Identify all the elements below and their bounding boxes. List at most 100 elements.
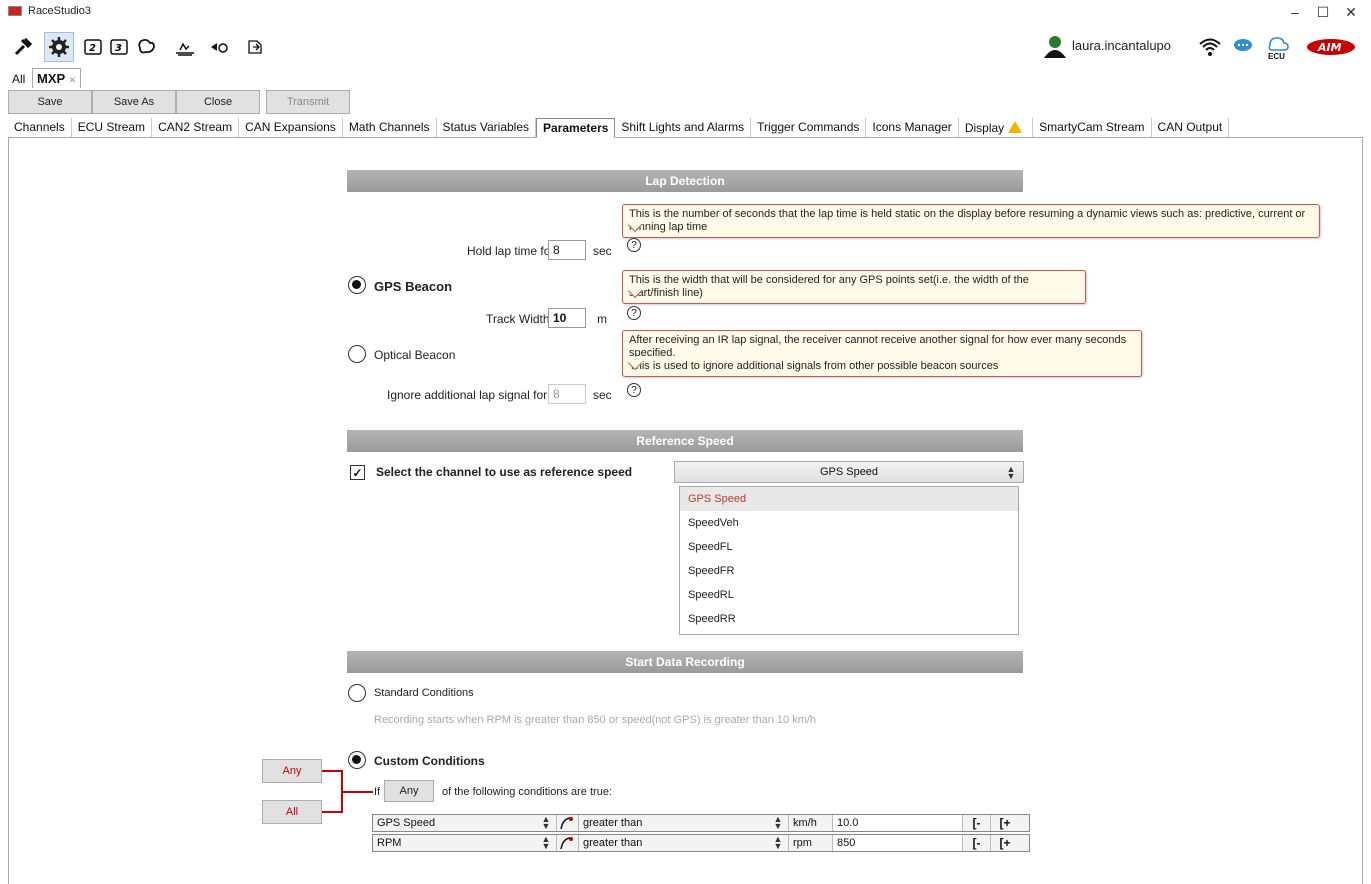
tab-can-output[interactable]: CAN Output: [1152, 118, 1230, 137]
tab-shift-lights[interactable]: Shift Lights and Alarms: [615, 118, 752, 137]
ecu-label: ECU: [1268, 52, 1285, 61]
dropdown-option[interactable]: SpeedFL: [680, 535, 1018, 559]
dropdown-option[interactable]: SpeedVeh: [680, 511, 1018, 535]
condition-unit: rpm: [789, 835, 833, 851]
track-width-input[interactable]: 10: [548, 308, 586, 328]
condition-channel: RPM: [377, 837, 402, 849]
tab-smartycam-stream[interactable]: SmartyCam Stream: [1033, 118, 1152, 137]
gps-beacon-label: GPS Beacon: [374, 279, 453, 294]
reference-speed-select[interactable]: GPS Speed ▲ ▼: [674, 461, 1024, 483]
condition-channel-select[interactable]: GPS Speed ▲ ▼: [373, 815, 557, 831]
tab-math-channels[interactable]: Math Channels: [343, 118, 437, 137]
hold-tooltip: This is the number of seconds that the l…: [622, 204, 1320, 238]
cloud-icon[interactable]: [1232, 36, 1254, 54]
hold-lap-label: Hold lap time for: [467, 244, 555, 258]
hold-lap-unit: sec: [593, 244, 612, 258]
transmit-button[interactable]: Transmit: [266, 90, 350, 114]
ignore-tooltip: After receiving an IR lap signal, the re…: [622, 330, 1142, 377]
save-as-button[interactable]: Save As: [92, 90, 176, 114]
callout-any-button: Any: [262, 759, 322, 783]
add-condition-icon[interactable]: [+: [991, 815, 1019, 831]
gps-beacon-radio[interactable]: [348, 276, 366, 294]
tab-display-label: Display: [964, 121, 1005, 135]
remove-condition-icon[interactable]: [-: [963, 815, 991, 831]
config-tab-all[interactable]: All: [12, 72, 25, 86]
tab-trigger-commands[interactable]: Trigger Commands: [751, 118, 867, 137]
svg-text:2: 2: [89, 43, 96, 54]
track-width-tooltip: This is the width that will be considere…: [622, 270, 1086, 304]
minimize-button[interactable]: –: [1280, 4, 1310, 20]
callout-line: [341, 791, 373, 793]
remove-condition-icon[interactable]: [-: [963, 835, 991, 851]
tab-bar: Channels ECU Stream CAN2 Stream CAN Expa…: [8, 118, 1363, 138]
section-header-lap-detection: Lap Detection: [347, 170, 1023, 192]
tab-icons-manager[interactable]: Icons Manager: [866, 118, 959, 137]
svg-text:3: 3: [115, 43, 122, 54]
gear-icon[interactable]: [44, 32, 74, 62]
callout-line: [322, 770, 342, 772]
close-window-button[interactable]: ✕: [1336, 4, 1366, 21]
tab-status-variables[interactable]: Status Variables: [437, 118, 537, 137]
tab-ecu-stream[interactable]: ECU Stream: [72, 118, 153, 137]
standard-conditions-radio[interactable]: [348, 684, 366, 702]
close-button[interactable]: Close: [176, 90, 260, 114]
hold-lap-input[interactable]: 8: [548, 240, 586, 260]
reference-speed-selected: GPS Speed: [819, 466, 879, 478]
select-arrows-icon: ▲ ▼: [541, 814, 551, 831]
warning-icon: [1008, 121, 1023, 133]
tools-icon[interactable]: [8, 32, 38, 62]
tab-can-expansions[interactable]: CAN Expansions: [239, 118, 343, 137]
tab-parameters[interactable]: Parameters: [536, 118, 616, 138]
condition-operator-select[interactable]: greater than ▲ ▼: [579, 835, 789, 851]
app-title: RaceStudio3: [28, 5, 91, 17]
config-tab-label: MXP: [37, 71, 65, 86]
wave-icon[interactable]: [170, 32, 200, 62]
tab-channels[interactable]: Channels: [8, 118, 72, 137]
optical-beacon-radio[interactable]: [348, 345, 366, 363]
custom-conditions-radio[interactable]: [348, 751, 366, 769]
condition-unit: km/h: [789, 815, 833, 831]
connect-icon[interactable]: [204, 32, 234, 62]
reference-speed-checkbox[interactable]: ✓: [350, 465, 365, 480]
select-arrows-icon: ▲ ▼: [541, 834, 551, 851]
any-all-toggle-button[interactable]: Any: [384, 780, 434, 802]
ignore-help-icon[interactable]: ?: [627, 383, 641, 397]
wifi-icon[interactable]: [1198, 36, 1222, 58]
optical-beacon-label: Optical Beacon: [374, 348, 456, 362]
reference-speed-dropdown: GPS Speed SpeedVeh SpeedFL SpeedFR Speed…: [679, 486, 1019, 635]
dropdown-option[interactable]: GPS Speed: [680, 487, 1018, 511]
tab-can2-stream[interactable]: CAN2 Stream: [152, 118, 240, 137]
if-label: If: [374, 786, 381, 798]
condition-operator-select[interactable]: greater than ▲ ▼: [579, 815, 789, 831]
custom-conditions-label: Custom Conditions: [374, 754, 485, 768]
user-name[interactable]: laura.incantalupo: [1072, 38, 1171, 53]
condition-value-input[interactable]: 850: [833, 835, 963, 851]
svg-text:AIM: AIM: [1317, 41, 1342, 54]
ignore-signal-label: Ignore additional lap signal for: [387, 388, 548, 402]
tab-display[interactable]: Display: [959, 118, 1034, 137]
ignore-signal-input[interactable]: 8: [548, 384, 586, 404]
dropdown-option[interactable]: SpeedRR: [680, 607, 1018, 631]
condition-operator: greater than: [583, 817, 643, 829]
device-3-icon[interactable]: 3: [104, 32, 134, 62]
close-tab-icon[interactable]: ✕: [69, 75, 77, 85]
config-tab-current[interactable]: MXP ✕: [32, 68, 82, 88]
add-condition-icon[interactable]: [+: [991, 835, 1019, 851]
save-button[interactable]: Save: [8, 90, 92, 114]
condition-row: RPM ▲ ▼ greater than ▲ ▼ rpm 850 [- [+: [372, 834, 1030, 852]
export-icon[interactable]: [240, 32, 270, 62]
title-bar: [0, 0, 1371, 26]
select-arrows-icon: ▲ ▼: [1006, 464, 1016, 481]
condition-channel: GPS Speed: [377, 817, 436, 829]
select-arrows-icon: ▲ ▼: [773, 814, 783, 831]
track-icon[interactable]: [132, 32, 162, 62]
condition-value-input[interactable]: 10.0: [833, 815, 963, 831]
dropdown-option[interactable]: SpeedFR: [680, 559, 1018, 583]
dropdown-option[interactable]: SpeedRL: [680, 583, 1018, 607]
track-width-help-icon[interactable]: ?: [627, 306, 641, 320]
condition-channel-select[interactable]: RPM ▲ ▼: [373, 835, 557, 851]
ignore-tooltip-line-2: This is used to ignore additional signal…: [629, 360, 999, 372]
maximize-button[interactable]: ☐: [1308, 4, 1338, 21]
track-width-unit: m: [597, 312, 607, 326]
hold-help-icon[interactable]: ?: [627, 238, 641, 252]
